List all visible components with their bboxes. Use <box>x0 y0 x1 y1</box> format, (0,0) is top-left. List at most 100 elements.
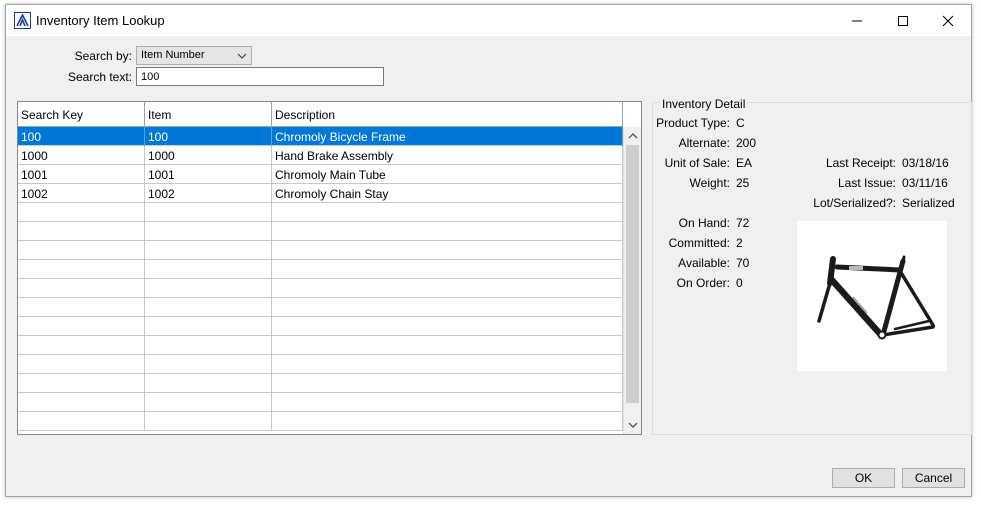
table-cell-item <box>145 241 272 260</box>
lot-serialized-label: Lot/Serialized?: <box>813 196 896 210</box>
empty-table-row <box>18 298 623 317</box>
table-cell-description <box>272 241 623 260</box>
table-row[interactable]: 1002 1002 Chromoly Chain Stay <box>18 184 623 203</box>
table-cell-item: 1001 <box>145 165 272 184</box>
table-cell-key: 1001 <box>18 165 145 184</box>
alternate-value: 200 <box>736 136 757 150</box>
grid-rows: 100 100 Chromoly Bicycle Frame 1000 1000 Hand… <box>18 127 623 431</box>
empty-table-row <box>18 279 623 298</box>
empty-table-row <box>18 317 623 336</box>
table-cell-item <box>145 412 272 431</box>
table-cell-item <box>145 279 272 298</box>
table-cell-key <box>18 203 145 222</box>
table-cell-description <box>272 279 623 298</box>
table-cell-key <box>18 222 145 241</box>
table-cell-description <box>272 355 623 374</box>
table-row[interactable]: 1001 1001 Chromoly Main Tube <box>18 165 623 184</box>
lot-serialized-value: Serialized <box>902 196 955 210</box>
table-cell-key: 1002 <box>18 184 145 203</box>
product-type-label: Product Type: <box>656 116 730 130</box>
minimize-icon <box>852 20 862 21</box>
table-row[interactable]: 1000 1000 Hand Brake Assembly <box>18 146 623 165</box>
inventory-detail-title: Inventory Detail <box>660 97 748 111</box>
maximize-icon <box>898 15 908 26</box>
on-order-value: 0 <box>736 276 743 290</box>
product-type-value: C <box>736 116 745 130</box>
table-cell-item <box>145 203 272 222</box>
table-cell-item <box>145 374 272 393</box>
search-text-input[interactable] <box>136 67 384 86</box>
table-cell-item <box>145 336 272 355</box>
results-grid[interactable]: Search Key Item Description 100 100 Chromo… <box>17 101 642 435</box>
committed-value: 2 <box>736 236 743 250</box>
search-by-select[interactable]: Item Number <box>136 46 252 65</box>
table-cell-key: 1000 <box>18 146 145 165</box>
ok-button[interactable]: OK <box>832 468 895 488</box>
on-hand-value: 72 <box>736 216 750 230</box>
empty-table-row <box>18 222 623 241</box>
table-cell-key <box>18 355 145 374</box>
table-cell-item <box>145 393 272 412</box>
table-cell-key <box>18 393 145 412</box>
scroll-down-icon[interactable] <box>628 420 638 430</box>
maximize-button[interactable] <box>880 5 926 36</box>
last-receipt-label: Last Receipt: <box>825 156 896 170</box>
app-logo-icon <box>14 12 31 29</box>
empty-table-row <box>18 203 623 222</box>
weight-value: 25 <box>736 176 750 190</box>
table-cell-description <box>272 317 623 336</box>
weight-label: Weight: <box>689 176 730 190</box>
empty-table-row <box>18 393 623 412</box>
grid-header: Search Key Item Description <box>18 102 623 127</box>
table-cell-key <box>18 241 145 260</box>
close-icon <box>942 15 954 26</box>
inventory-lookup-window: Inventory Item Lookup Search by: Item Nu… <box>5 4 972 497</box>
close-button[interactable] <box>925 5 971 36</box>
empty-table-row <box>18 374 623 393</box>
last-receipt-value: 03/18/16 <box>902 156 949 170</box>
table-cell-description: Chromoly Main Tube <box>272 165 623 184</box>
column-header-search-key[interactable]: Search Key <box>18 102 145 127</box>
table-cell-item <box>145 298 272 317</box>
table-row[interactable]: 100 100 Chromoly Bicycle Frame <box>18 127 623 146</box>
last-issue-value: 03/11/16 <box>902 176 948 190</box>
table-cell-description <box>272 298 623 317</box>
unit-of-sale-value: EA <box>736 156 753 170</box>
last-issue-label: Last Issue: <box>837 176 896 190</box>
table-cell-description <box>272 203 623 222</box>
empty-table-row <box>18 241 623 260</box>
empty-table-row <box>18 260 623 279</box>
table-cell-key <box>18 412 145 431</box>
table-cell-item: 1000 <box>145 146 272 165</box>
search-text-label: Search text: <box>67 70 132 84</box>
table-cell-item <box>145 317 272 336</box>
cancel-button[interactable]: Cancel <box>902 468 965 488</box>
column-header-description[interactable]: Description <box>272 102 623 127</box>
window-title: Inventory Item Lookup <box>36 13 165 28</box>
table-cell-key <box>18 260 145 279</box>
committed-label: Committed: <box>668 236 730 250</box>
available-label: Available: <box>678 256 730 270</box>
on-order-label: On Order: <box>676 276 730 290</box>
table-cell-item <box>145 222 272 241</box>
table-cell-item: 100 <box>145 127 272 146</box>
table-cell-key <box>18 298 145 317</box>
table-cell-description <box>272 222 623 241</box>
on-hand-label: On Hand: <box>678 216 730 230</box>
empty-table-row <box>18 336 623 355</box>
table-cell-description: Hand Brake Assembly <box>272 146 623 165</box>
title-bar[interactable]: Inventory Item Lookup <box>6 5 971 36</box>
table-cell-description <box>272 260 623 279</box>
table-cell-description <box>272 393 623 412</box>
column-header-item[interactable]: Item <box>145 102 272 127</box>
table-cell-description <box>272 374 623 393</box>
search-by-value: Item Number <box>141 49 205 61</box>
table-cell-key <box>18 336 145 355</box>
search-by-label: Search by: <box>74 49 132 63</box>
table-cell-description <box>272 412 623 431</box>
minimize-button[interactable] <box>834 5 880 36</box>
table-cell-item: 1002 <box>145 184 272 203</box>
bicycle-frame-image <box>817 255 935 340</box>
table-cell-key <box>18 279 145 298</box>
table-cell-key: 100 <box>18 127 145 146</box>
